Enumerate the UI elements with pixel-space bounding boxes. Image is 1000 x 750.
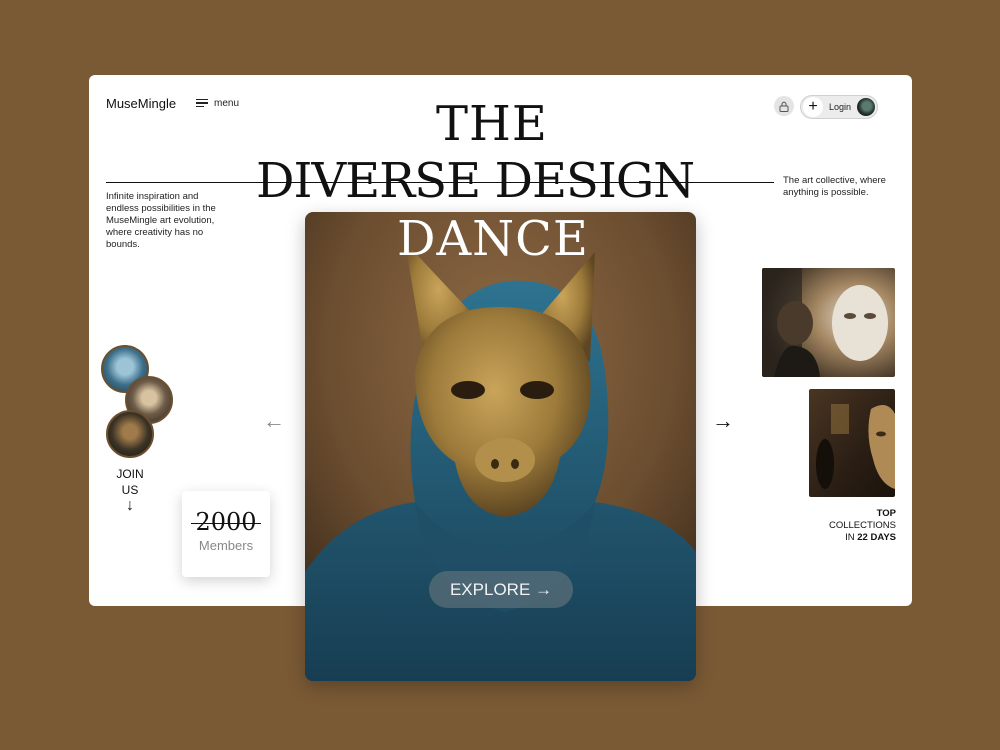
- top-collections-label: TOP COLLECTIONS IN 22 DAYS: [803, 508, 896, 544]
- plus-icon: +: [803, 97, 823, 117]
- collection-thumbnail-1[interactable]: [762, 268, 895, 377]
- avatar[interactable]: [857, 98, 875, 116]
- hero-description-left: Infinite inspiration and endless possibi…: [106, 191, 216, 250]
- hero-title-line-2: DIVERSE DESIGN: [256, 153, 695, 209]
- arrow-right-icon[interactable]: →: [712, 410, 734, 432]
- join-line-2: US: [121, 483, 139, 497]
- collection-thumbnail-2[interactable]: [809, 389, 895, 497]
- hero-description-right: The art collective, where anything is po…: [783, 175, 886, 198]
- hero-title-line-3: DANCE: [397, 211, 589, 267]
- menu-label: menu: [214, 97, 240, 109]
- join-us-link[interactable]: JOIN US ↓: [106, 466, 154, 514]
- lock-button[interactable]: [774, 96, 794, 116]
- hero-title-line-1: THE: [436, 96, 548, 152]
- members-count: 2000: [191, 508, 261, 536]
- members-card: 2000 Members: [182, 491, 270, 577]
- menu-button[interactable]: menu: [196, 97, 239, 109]
- lock-icon: [779, 101, 789, 112]
- arrow-down-icon: ↓: [126, 497, 134, 514]
- top-collections-line-1: TOP: [876, 508, 896, 519]
- top-collections-prefix: IN: [845, 532, 858, 543]
- login-label: Login: [829, 102, 852, 112]
- logo[interactable]: MuseMingle: [106, 96, 176, 111]
- explore-button[interactable]: EXPLORE →: [429, 571, 573, 608]
- member-avatar-3[interactable]: [106, 410, 154, 458]
- members-label: Members: [198, 538, 254, 553]
- top-collections-line-2: COLLECTIONS: [828, 520, 896, 531]
- login-button[interactable]: + Login: [800, 95, 878, 119]
- arrow-left-icon[interactable]: ←: [263, 410, 285, 432]
- top-collections-days: 22 DAYS: [857, 532, 896, 543]
- hero-image: [305, 212, 696, 681]
- top-collections-line-3: IN 22 DAYS: [803, 532, 896, 544]
- join-line-1: JOIN: [116, 467, 144, 481]
- menu-icon: [196, 97, 208, 109]
